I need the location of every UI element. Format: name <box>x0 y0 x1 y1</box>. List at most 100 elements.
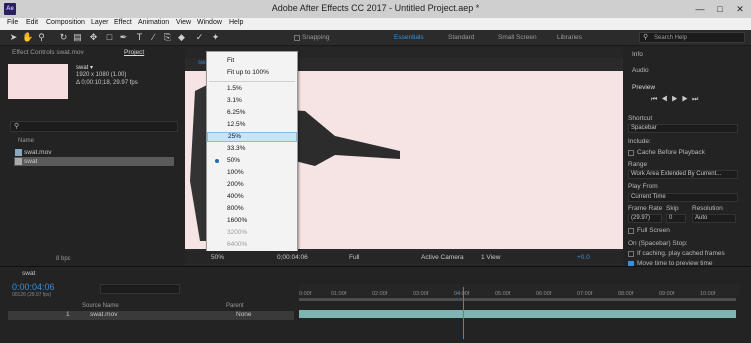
menu-composition[interactable]: Composition <box>46 19 85 26</box>
column-name-header[interactable]: Name <box>18 138 34 144</box>
current-time-indicator[interactable] <box>463 287 464 339</box>
menu-help[interactable]: Help <box>229 19 243 26</box>
eraser-tool-icon[interactable]: ◆ <box>176 32 187 43</box>
menu-animation[interactable]: Animation <box>138 19 169 26</box>
search-help-field[interactable]: ⚲ Search Help <box>639 32 745 43</box>
zoom-800[interactable]: 800% <box>207 204 297 214</box>
zoom-50[interactable]: 50% <box>207 156 297 166</box>
rectangle-tool-icon[interactable]: □ <box>104 32 115 43</box>
hand-tool-icon[interactable]: ✋ <box>22 32 33 43</box>
viewer-footer-bar: 50% 0;00:04:06 Full Active Camera 1 View… <box>185 251 623 264</box>
menu-layer[interactable]: Layer <box>91 19 109 26</box>
zoom-200[interactable]: 200% <box>207 180 297 190</box>
tick-label: 04:00f <box>454 291 470 297</box>
zoom-1600[interactable]: 1600% <box>207 216 297 226</box>
timeline-frame-count: 00126 (29.97 fps) <box>12 292 52 298</box>
shortcut-select[interactable]: Spacebar <box>628 124 738 133</box>
tab-effect-controls[interactable]: Effect Controls swat.mov <box>12 49 84 56</box>
preview-panel-title[interactable]: Preview <box>632 84 655 91</box>
play-from-label: Play From <box>628 183 658 190</box>
type-tool-icon[interactable]: T <box>134 32 145 43</box>
pen-tool-icon[interactable]: ✒ <box>118 32 129 43</box>
resolution-select[interactable]: Full <box>349 254 359 261</box>
zoom-select[interactable]: 50% <box>211 254 224 261</box>
layer-row[interactable]: 1 swat.mov None <box>8 311 294 320</box>
composition-icon <box>15 158 22 165</box>
timeline-search-input[interactable] <box>100 284 180 294</box>
viewer-timecode[interactable]: 0;00:04:06 <box>277 254 308 261</box>
maximize-icon[interactable]: □ <box>710 0 730 18</box>
timeline-tab-swat[interactable]: swat <box>22 270 35 277</box>
project-item-swat-mov[interactable]: swat.mov <box>14 148 174 157</box>
playback-controls-icon[interactable]: ⏮◀▶▶⏭ <box>651 96 702 104</box>
bpc-label[interactable]: 8 bpc <box>56 256 71 262</box>
frame-rate-label: Frame Rate <box>628 205 663 212</box>
selection-tool-icon[interactable]: ➤ <box>8 32 19 43</box>
menu-file[interactable]: File <box>7 19 18 26</box>
zoom-33-3[interactable]: 33.3% <box>207 144 297 154</box>
zoom-tool-icon[interactable]: ⚲ <box>36 32 47 43</box>
tick-label: 07:00f <box>577 291 593 297</box>
clone-tool-icon[interactable]: ⎘ <box>162 32 173 43</box>
full-screen-checkbox[interactable] <box>628 228 634 234</box>
camera-tool-icon[interactable]: ▤ <box>72 32 83 43</box>
brush-tool-icon[interactable]: ∕ <box>148 32 159 43</box>
zoom-3-1[interactable]: 3.1% <box>207 96 297 106</box>
preview-resolution-select[interactable]: Auto <box>692 214 736 223</box>
cached-frames-checkbox[interactable] <box>628 251 634 257</box>
source-name-header[interactable]: Source Name <box>82 303 119 309</box>
audio-panel-title[interactable]: Audio <box>632 67 649 74</box>
camera-select[interactable]: Active Camera <box>421 254 464 261</box>
parent-header[interactable]: Parent <box>226 303 244 309</box>
range-select[interactable]: Work Area Extended By Current... <box>628 170 738 179</box>
workspace-essentials[interactable]: Essentials <box>394 34 424 41</box>
timeline-timecode[interactable]: 0:00:04:06 <box>12 282 55 292</box>
footage-thumbnail <box>8 64 68 99</box>
workspace-small-screen[interactable]: Small Screen <box>498 34 537 41</box>
minimize-icon[interactable]: — <box>690 0 710 18</box>
zoom-6-25[interactable]: 6.25% <box>207 108 297 118</box>
anchor-tool-icon[interactable]: ✥ <box>88 32 99 43</box>
menu-view[interactable]: View <box>176 19 191 26</box>
rotate-tool-icon[interactable]: ↻ <box>58 32 69 43</box>
layer-duration-bar[interactable] <box>299 310 736 318</box>
zoom-400[interactable]: 400% <box>207 192 297 202</box>
view-layout-select[interactable]: 1 View <box>481 254 500 261</box>
footage-icon <box>15 149 22 156</box>
roto-tool-icon[interactable]: ✓ <box>194 32 205 43</box>
search-placeholder: Search Help <box>654 35 688 41</box>
menu-edit[interactable]: Edit <box>26 19 38 26</box>
window-titlebar: Ae Adobe After Effects CC 2017 - Untitle… <box>0 0 751 18</box>
work-area-bar[interactable] <box>299 298 736 301</box>
puppet-tool-icon[interactable]: ✦ <box>210 32 221 43</box>
tab-project[interactable]: Project <box>124 49 144 56</box>
layer-number: 1 <box>66 311 70 318</box>
zoom-25[interactable]: 25% <box>207 132 297 142</box>
tick-label: 01:00f <box>331 291 347 297</box>
play-from-select[interactable]: Current Time <box>628 193 738 202</box>
workspace-standard[interactable]: Standard <box>448 34 474 41</box>
close-icon[interactable]: ✕ <box>730 0 750 18</box>
time-ruler[interactable]: 0:00f 01:00f 02:00f 03:00f 04:00f 05:00f… <box>299 284 739 297</box>
zoom-fit[interactable]: Fit <box>207 56 297 66</box>
project-item-swat[interactable]: swat <box>14 157 174 166</box>
info-panel-title[interactable]: Info <box>632 51 643 58</box>
snapping-checkbox[interactable] <box>294 35 300 41</box>
exposure-value[interactable]: +0.0 <box>577 254 590 261</box>
cached-frames-label: If caching, play cached frames <box>637 250 725 257</box>
zoom-fit-up-100[interactable]: Fit up to 100% <box>207 68 297 78</box>
zoom-12-5[interactable]: 12.5% <box>207 120 297 130</box>
cache-checkbox[interactable] <box>628 150 634 156</box>
menu-window[interactable]: Window <box>197 19 222 26</box>
footage-name: swat ▾ <box>76 65 94 71</box>
frame-rate-select[interactable]: (29.97) <box>628 214 662 223</box>
window-title: Adobe After Effects CC 2017 - Untitled P… <box>271 3 480 13</box>
zoom-100[interactable]: 100% <box>207 168 297 178</box>
menu-effect[interactable]: Effect <box>114 19 132 26</box>
layer-name: swat.mov <box>90 311 118 318</box>
project-search-input[interactable]: ⚲ <box>10 121 178 132</box>
workspace-libraries[interactable]: Libraries <box>557 34 582 41</box>
zoom-1-5[interactable]: 1.5% <box>207 84 297 94</box>
skip-select[interactable]: 0 <box>666 214 686 223</box>
layer-parent-select[interactable]: None <box>236 311 252 318</box>
